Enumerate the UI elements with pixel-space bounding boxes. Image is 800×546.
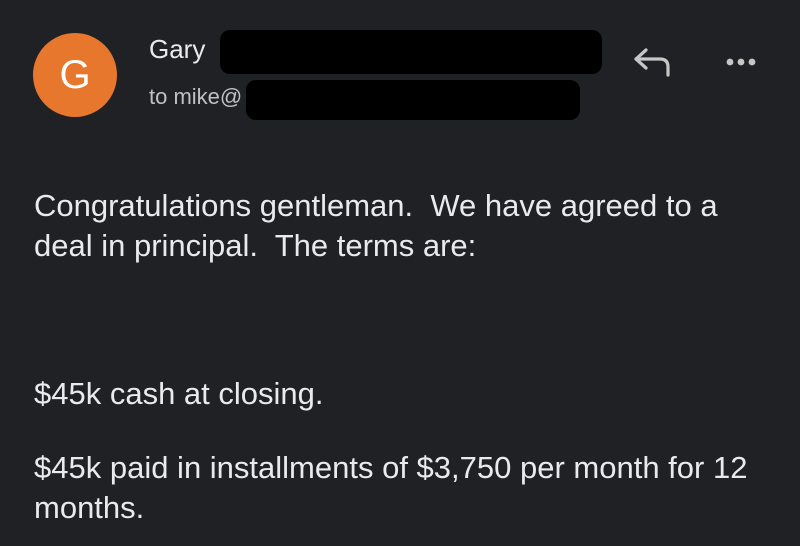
more-options-button[interactable] — [720, 50, 764, 74]
email-body-paragraph-2: $45k cash at closing. — [34, 376, 324, 411]
email-header: G Gary to mike@ — [0, 0, 800, 140]
avatar-letter: G — [59, 53, 91, 97]
reply-arrow-icon — [634, 48, 670, 77]
sender-avatar[interactable]: G — [33, 33, 117, 117]
recipient-line[interactable]: to mike@ — [149, 84, 242, 110]
redaction-bar-name — [220, 30, 602, 74]
reply-button[interactable] — [630, 44, 674, 80]
sender-name[interactable]: Gary — [149, 34, 205, 65]
email-body-paragraph-1: Congratulations gentleman. We have agree… — [34, 188, 727, 263]
email-body-paragraph-3: $45k paid in installments of $3,750 per … — [34, 450, 748, 525]
more-options-dots-icon — [726, 58, 756, 66]
redaction-bar-email — [246, 80, 580, 120]
